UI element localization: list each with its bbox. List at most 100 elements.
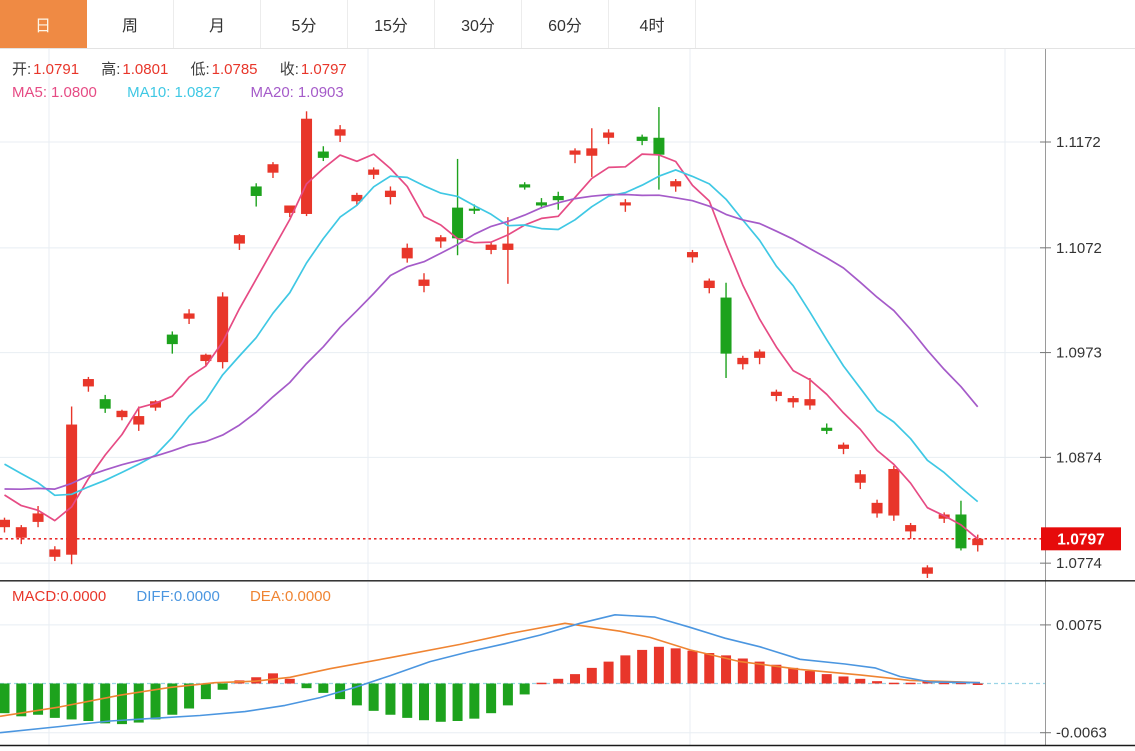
tab-30min[interactable]: 30分 — [435, 0, 522, 48]
macd-bar — [603, 661, 614, 684]
candle-body — [418, 279, 430, 286]
candle-body — [133, 416, 145, 425]
candlestick-chart[interactable]: 1.1172 1.1072 1.0973 1.0874 1.0774 1.0797 — [0, 49, 1135, 582]
y-axis-tick-label: 1.1172 — [1056, 134, 1101, 151]
candle-body — [737, 357, 749, 365]
macd-bar — [435, 683, 446, 722]
tab-15min[interactable]: 15分 — [348, 0, 435, 48]
candle-body — [535, 202, 547, 206]
candle-body — [955, 514, 967, 549]
macd-chart[interactable]: 0.0075 -0.0063 — [0, 582, 1135, 751]
macd-bar — [284, 678, 295, 684]
candles — [0, 107, 984, 578]
candle-body — [401, 247, 413, 259]
macd-bar — [116, 683, 127, 725]
macd-bar — [670, 648, 681, 684]
macd-bar — [16, 683, 27, 717]
macd-bar — [502, 683, 513, 706]
candle-body — [871, 502, 883, 514]
price-axis-labels: 1.1172 1.1072 1.0973 1.0874 1.0774 — [1040, 134, 1102, 572]
candle-body — [217, 296, 229, 363]
candle-body — [384, 190, 396, 198]
ma20-label: MA20: — [250, 84, 294, 101]
macd-bar — [687, 650, 698, 684]
last-price-tag: 1.0797 — [1041, 527, 1121, 551]
ma5-label: MA5: — [12, 84, 48, 101]
candle-body — [838, 444, 849, 449]
open-label: 开: — [12, 61, 32, 78]
dea-value: 0.0000 — [284, 588, 331, 605]
period-tab-bar: 日周月 5分 15分 30分 60分 4时 — [0, 0, 1135, 49]
low-label: 低: — [190, 61, 210, 78]
macd-label: MACD: — [12, 588, 61, 605]
candle-body — [686, 252, 698, 258]
macd-bar — [385, 683, 396, 715]
macd-legend: MACD:0.0000 DIFF:0.0000 DEA:0.0000 — [12, 588, 331, 605]
macd-bar — [402, 683, 413, 718]
macd-bar — [419, 683, 429, 721]
macd-bar — [788, 667, 799, 684]
candle-body — [66, 424, 78, 555]
candle-body — [334, 129, 346, 136]
candle-body — [99, 399, 111, 409]
macd-bar — [519, 683, 530, 695]
candle-body — [82, 379, 94, 387]
y-axis-tick-label: 1.1072 — [1056, 240, 1102, 257]
tab-5min[interactable]: 5分 — [261, 0, 348, 48]
candle-body — [703, 280, 715, 289]
candle-body — [468, 208, 480, 211]
macd-axis-labels: 0.0075 -0.0063 — [1040, 617, 1107, 742]
y-axis-tick-label: 1.0874 — [1056, 449, 1102, 466]
macd-bar — [368, 683, 379, 711]
macd-bar — [804, 671, 815, 684]
tab-day[interactable]: 日 — [0, 0, 87, 48]
tab-month[interactable]: 月 — [174, 0, 261, 48]
candle-body — [905, 525, 917, 532]
tab-4hour[interactable]: 4时 — [609, 0, 696, 48]
macd-bar — [972, 683, 983, 685]
tab-60min[interactable]: 60分 — [522, 0, 609, 48]
macd-bar — [301, 683, 312, 689]
macd-bar — [318, 683, 329, 693]
macd-bar — [905, 682, 916, 685]
ma-legend: MA5: 1.0800 MA10: 1.0827 MA20: 1.0903 — [12, 84, 348, 101]
macd-bar — [536, 682, 547, 685]
candle-body — [317, 151, 329, 158]
candle-body — [921, 567, 933, 574]
candle-body — [569, 150, 581, 155]
macd-bar — [838, 676, 849, 684]
candle-body — [183, 313, 195, 319]
candle-body — [116, 410, 128, 418]
ma20-line — [4, 193, 979, 491]
candle-body — [368, 169, 380, 175]
candle-body — [166, 334, 178, 345]
candle-body — [301, 118, 313, 214]
last-price-tag-text: 1.0797 — [1057, 531, 1104, 548]
candle-body — [49, 549, 61, 557]
candle-body — [552, 195, 564, 201]
macd-bar — [855, 678, 866, 684]
tab-week[interactable]: 周 — [87, 0, 174, 48]
y-axis-tick-label: -0.0063 — [1056, 725, 1107, 742]
y-axis-tick-label: 1.0774 — [1056, 555, 1102, 572]
macd-bar — [452, 683, 463, 721]
macd-value: 0.0000 — [60, 588, 107, 605]
candle-body — [821, 427, 833, 431]
candle-body — [603, 132, 615, 138]
macd-bar — [586, 667, 597, 684]
macd-bar — [486, 683, 497, 714]
y-axis-tick-label: 0.0075 — [1056, 617, 1102, 634]
candle-body — [670, 181, 682, 187]
candle-body — [770, 391, 782, 396]
candle-body — [233, 235, 245, 244]
candle-body — [586, 148, 598, 156]
macd-bar — [872, 681, 883, 684]
high-value: 1.0801 — [122, 61, 169, 78]
macd-grid — [0, 582, 1045, 745]
macd-bar — [821, 674, 832, 684]
close-value: 1.0797 — [300, 61, 347, 78]
candle-body — [435, 237, 447, 242]
y-axis-tick-label: 1.0973 — [1056, 345, 1102, 362]
candle-body — [854, 474, 866, 483]
candle-body — [250, 186, 262, 196]
